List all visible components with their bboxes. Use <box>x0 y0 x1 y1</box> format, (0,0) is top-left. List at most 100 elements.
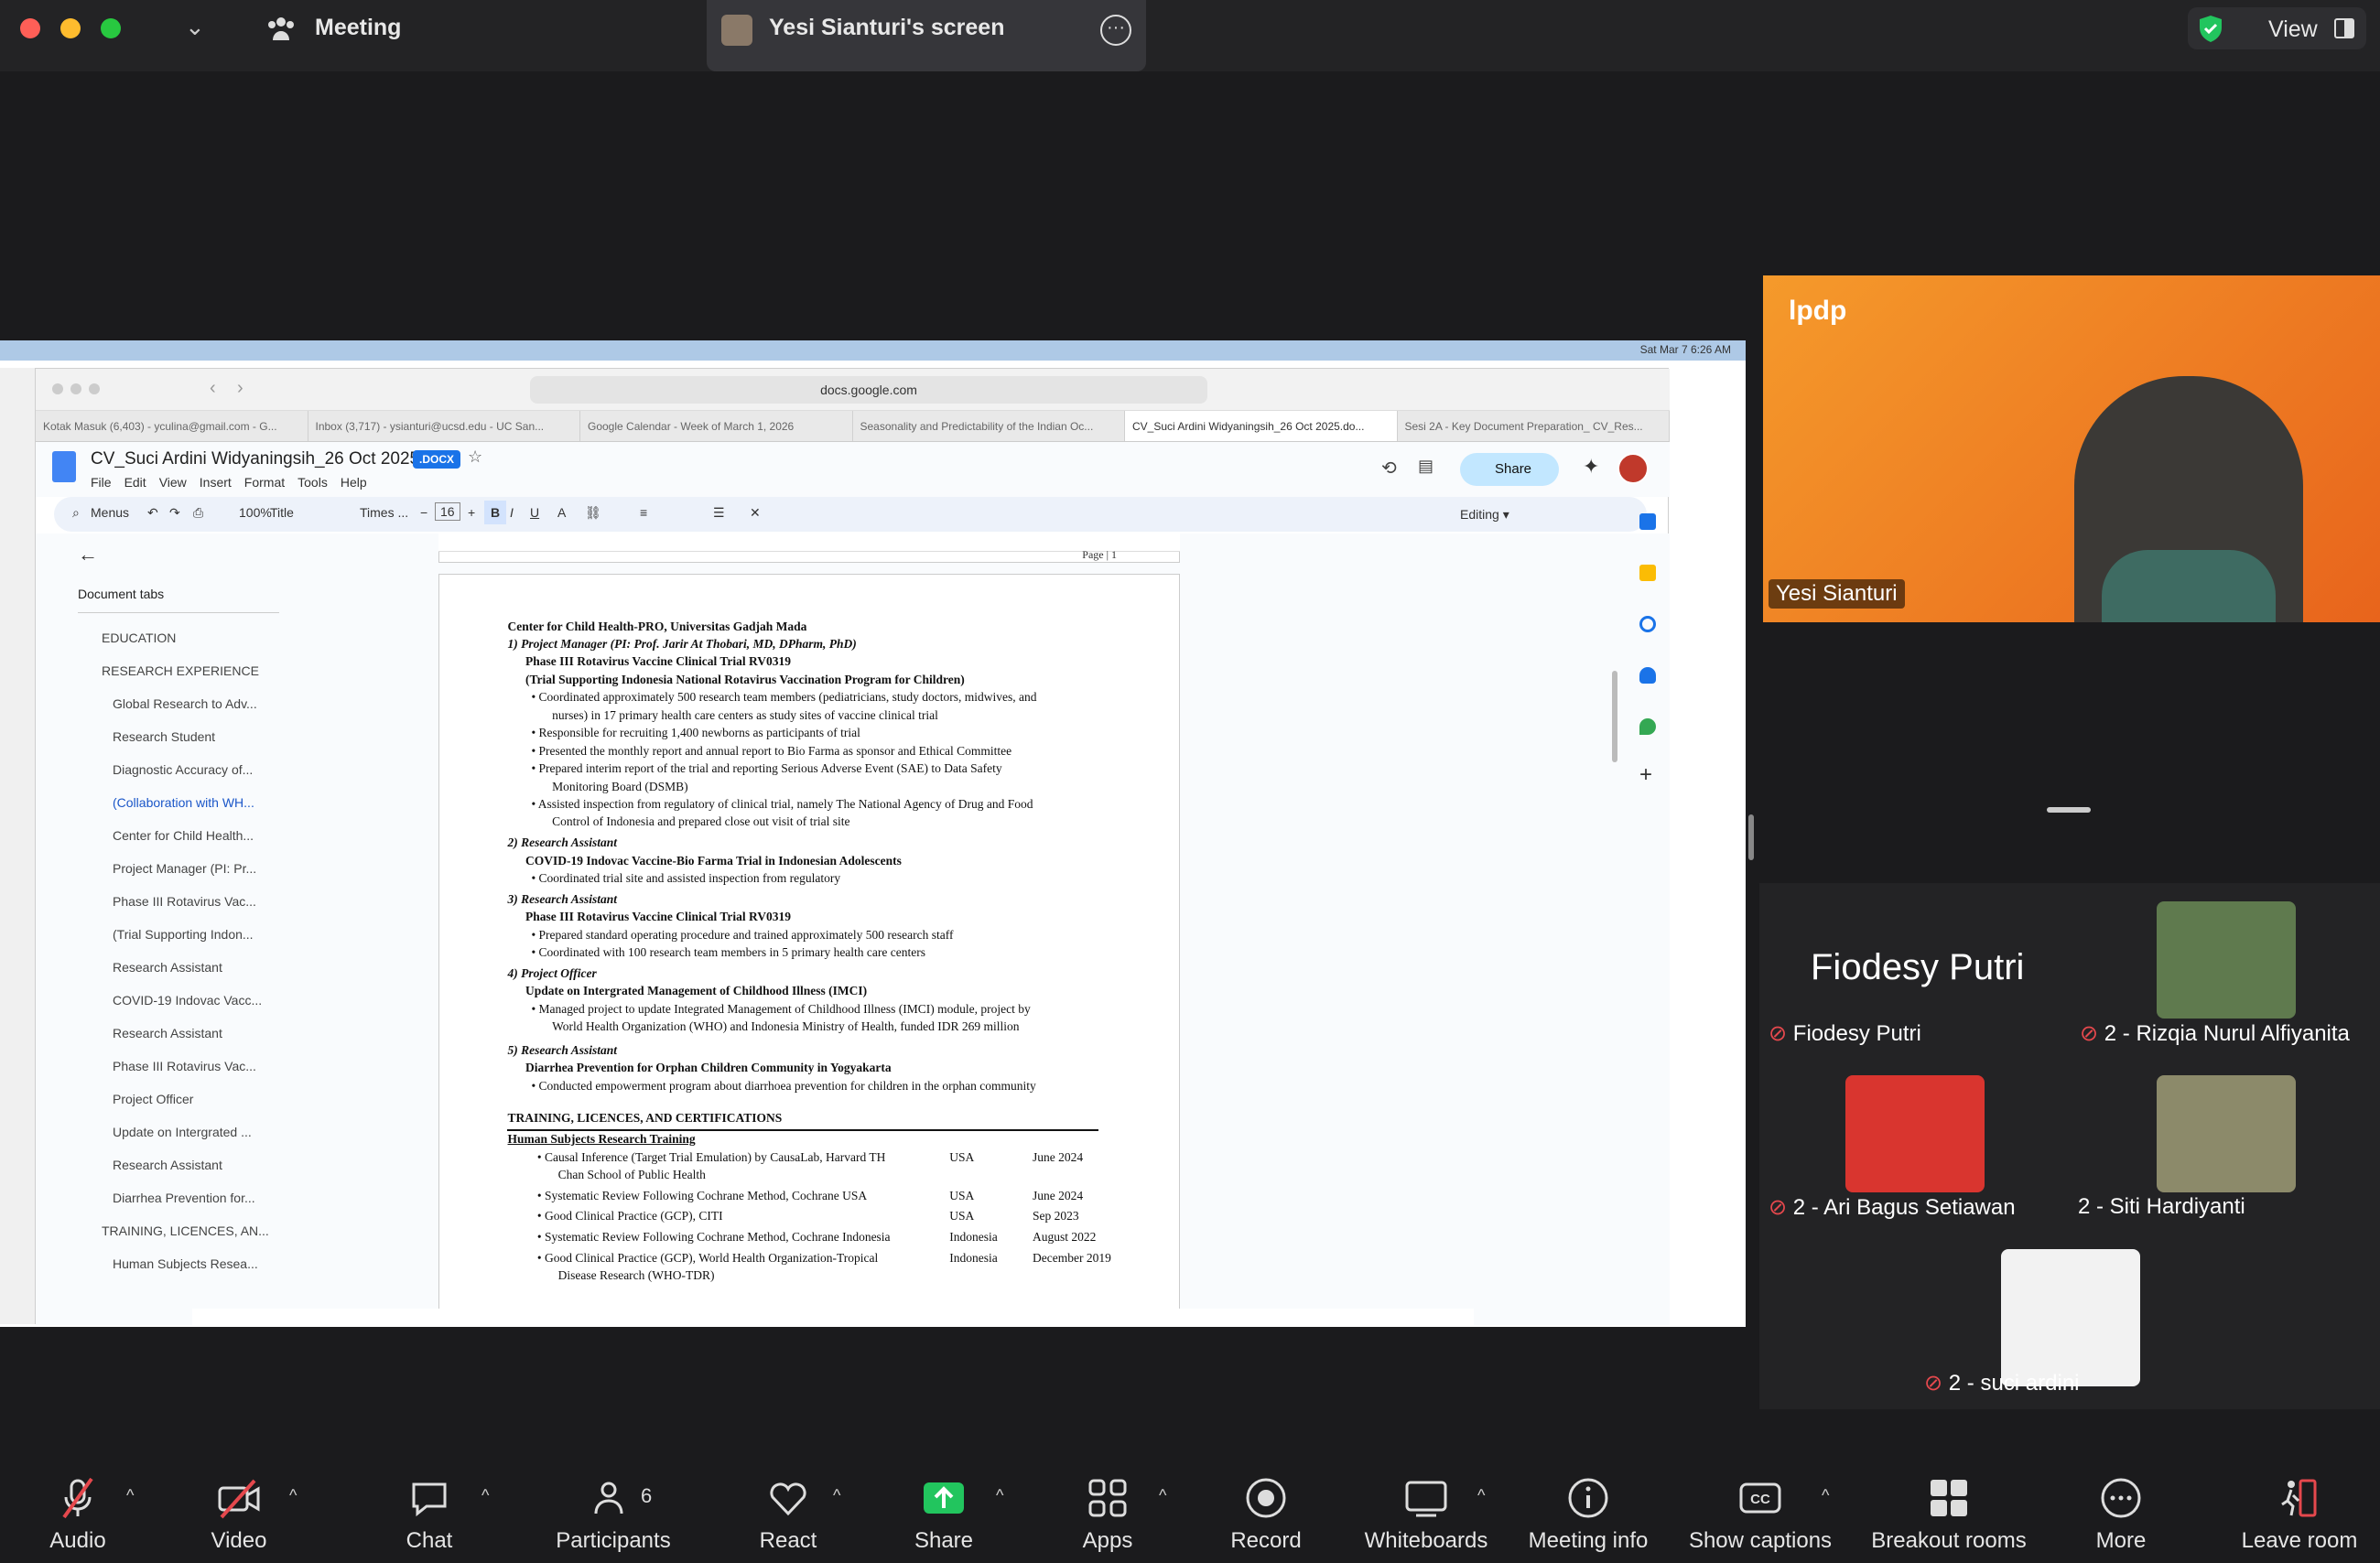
menu-edit[interactable]: Edit <box>124 475 146 490</box>
back-icon[interactable]: ‹ <box>210 378 216 399</box>
safari-close-button[interactable] <box>52 383 63 394</box>
font-size-input[interactable]: 16 <box>435 502 460 521</box>
outline-item[interactable]: Diarrhea Prevention for... <box>113 1191 255 1205</box>
participant-video[interactable] <box>2157 1075 2296 1192</box>
align-icon[interactable]: ≡ <box>640 505 647 520</box>
document-page[interactable]: Center for Child Health-PRO, Universitas… <box>438 574 1180 1327</box>
bold-icon[interactable]: B <box>484 501 507 524</box>
add-addon-icon[interactable]: + <box>1639 762 1652 788</box>
window-close-button[interactable] <box>20 18 40 38</box>
share-caret-icon[interactable]: ^ <box>996 1486 1003 1505</box>
outline-item[interactable]: Diagnostic Accuracy of... <box>113 762 253 777</box>
chat-caret-icon[interactable]: ^ <box>481 1486 489 1505</box>
outline-item[interactable]: Project Officer <box>113 1092 193 1106</box>
italic-icon[interactable]: I <box>510 505 514 520</box>
participants-button[interactable]: Participants <box>536 1475 691 1554</box>
outline-item[interactable]: (Trial Supporting Indon... <box>113 927 254 942</box>
menu-file[interactable]: File <box>91 475 112 490</box>
outline-item[interactable]: Research Student <box>113 729 215 744</box>
participant-tile[interactable]: 2 - Siti Hardiyanti <box>2078 1194 2245 1220</box>
apps-caret-icon[interactable]: ^ <box>1159 1486 1166 1505</box>
zoom-select[interactable]: 100% <box>239 505 272 520</box>
outline-item[interactable]: (Collaboration with WH... <box>113 795 254 810</box>
maps-icon[interactable] <box>1639 718 1656 735</box>
undo-icon[interactable]: ↶ <box>147 505 158 521</box>
menu-view[interactable]: View <box>159 475 187 490</box>
outline-item[interactable]: Human Subjects Resea... <box>113 1256 258 1271</box>
split-handle[interactable] <box>1748 814 1754 860</box>
window-minimize-button[interactable] <box>60 18 81 38</box>
whiteboards-caret-icon[interactable]: ^ <box>1477 1486 1485 1505</box>
document-title[interactable]: CV_Suci Ardini Widyaningsih_26 Oct 2025 <box>91 449 419 469</box>
resize-handle[interactable] <box>2047 807 2091 813</box>
menu-insert[interactable]: Insert <box>200 475 232 490</box>
safari-zoom-button[interactable] <box>89 383 100 394</box>
menus-search[interactable]: Menus <box>91 505 129 520</box>
browser-tab[interactable]: Inbox (3,717) - ysianturi@ucsd.edu - UC … <box>308 411 580 441</box>
menu-help[interactable]: Help <box>341 475 367 490</box>
outline-item[interactable]: Phase III Rotavirus Vac... <box>113 894 256 909</box>
menu-tools[interactable]: Tools <box>298 475 328 490</box>
meeting-info-button[interactable]: Meeting info <box>1510 1475 1666 1554</box>
more-options-icon[interactable]: ··· <box>1100 15 1131 46</box>
captions-caret-icon[interactable]: ^ <box>1822 1486 1829 1505</box>
participant-tile[interactable]: ⊘ 2 - suci ardini <box>1924 1370 2080 1396</box>
print-icon[interactable]: ⎙ <box>193 505 203 521</box>
window-maximize-button[interactable] <box>101 18 121 38</box>
speaker-video-tile[interactable]: lpdp Yesi Sianturi <box>1763 275 2380 622</box>
browser-tab[interactable]: Sesi 2A - Key Document Preparation_ CV_R… <box>1398 411 1670 441</box>
editing-mode-select[interactable]: Editing ▾ <box>1436 500 1564 529</box>
outline-item[interactable]: COVID-19 Indovac Vacc... <box>113 993 262 1008</box>
record-button[interactable]: Record <box>1188 1475 1344 1554</box>
decrease-size-icon[interactable]: − <box>420 505 427 520</box>
browser-tab[interactable]: Google Calendar - Week of March 1, 2026 <box>580 411 853 441</box>
outline-item[interactable]: Project Manager (PI: Pr... <box>113 861 256 876</box>
keep-icon[interactable] <box>1639 565 1656 581</box>
outline-item[interactable]: Research Assistant <box>113 960 222 975</box>
contacts-icon[interactable] <box>1639 667 1656 684</box>
outline-item[interactable]: Update on Intergrated ... <box>113 1125 252 1139</box>
more-button[interactable]: More <box>2043 1475 2199 1554</box>
docs-logo-icon[interactable] <box>52 451 76 482</box>
participant-video[interactable] <box>1845 1075 1985 1192</box>
participant-video[interactable] <box>2001 1249 2140 1386</box>
video-caret-icon[interactable]: ^ <box>289 1486 297 1505</box>
forward-icon[interactable]: › <box>237 378 243 399</box>
participant-video[interactable] <box>2157 901 2296 1019</box>
back-arrow-icon[interactable]: ← <box>78 543 98 566</box>
screen-share-tab[interactable]: Yesi Sianturi's screen ··· <box>707 0 1146 71</box>
font-select[interactable]: Times ... <box>360 505 408 520</box>
browser-tab[interactable]: Seasonality and Predictability of the In… <box>853 411 1125 441</box>
gemini-icon[interactable]: ✦ <box>1583 455 1599 479</box>
outline-item[interactable]: Research Assistant <box>113 1158 222 1172</box>
outline-item[interactable]: EDUCATION <box>102 631 176 645</box>
scrollbar-thumb[interactable] <box>1612 671 1617 762</box>
outline-item[interactable]: RESEARCH EXPERIENCE <box>102 663 259 678</box>
tasks-icon[interactable] <box>1639 616 1656 632</box>
captions-button[interactable]: CC Show captions <box>1682 1475 1838 1554</box>
increase-size-icon[interactable]: + <box>468 505 475 520</box>
star-icon[interactable]: ☆ <box>468 447 482 467</box>
calendar-icon[interactable] <box>1639 513 1656 530</box>
bullet-list-icon[interactable]: ☰ <box>713 505 725 521</box>
participant-tile[interactable]: ⊘ 2 - Ari Bagus Setiawan <box>1769 1194 2016 1221</box>
participant-tile[interactable]: ⊘ Fiodesy Putri <box>1769 1020 1921 1047</box>
react-caret-icon[interactable]: ^ <box>833 1486 840 1505</box>
underline-icon[interactable]: U <box>530 505 539 520</box>
menu-format[interactable]: Format <box>244 475 285 490</box>
search-icon[interactable]: ⌕ <box>72 505 80 521</box>
ruler[interactable] <box>438 534 1180 552</box>
outline-item[interactable]: Center for Child Health... <box>113 828 254 843</box>
clear-format-icon[interactable]: ✕ <box>750 505 761 521</box>
safari-minimize-button[interactable] <box>70 383 81 394</box>
outline-item[interactable]: TRAINING, LICENCES, AN... <box>102 1223 269 1238</box>
leave-room-button[interactable]: Leave room <box>2219 1475 2380 1554</box>
link-icon[interactable]: ⛓ <box>585 505 601 521</box>
browser-tab-active[interactable]: CV_Suci Ardini Widyaningsih_26 Oct 2025.… <box>1125 411 1398 441</box>
breakout-rooms-button[interactable]: Breakout rooms <box>1844 1475 2054 1554</box>
style-select[interactable]: Title <box>270 505 294 520</box>
history-icon[interactable]: ⟲ <box>1381 457 1397 480</box>
react-button[interactable]: React <box>710 1475 866 1554</box>
browser-tab[interactable]: Kotak Masuk (6,403) - yculina@gmail.com … <box>36 411 308 441</box>
outline-item[interactable]: Phase III Rotavirus Vac... <box>113 1059 256 1073</box>
